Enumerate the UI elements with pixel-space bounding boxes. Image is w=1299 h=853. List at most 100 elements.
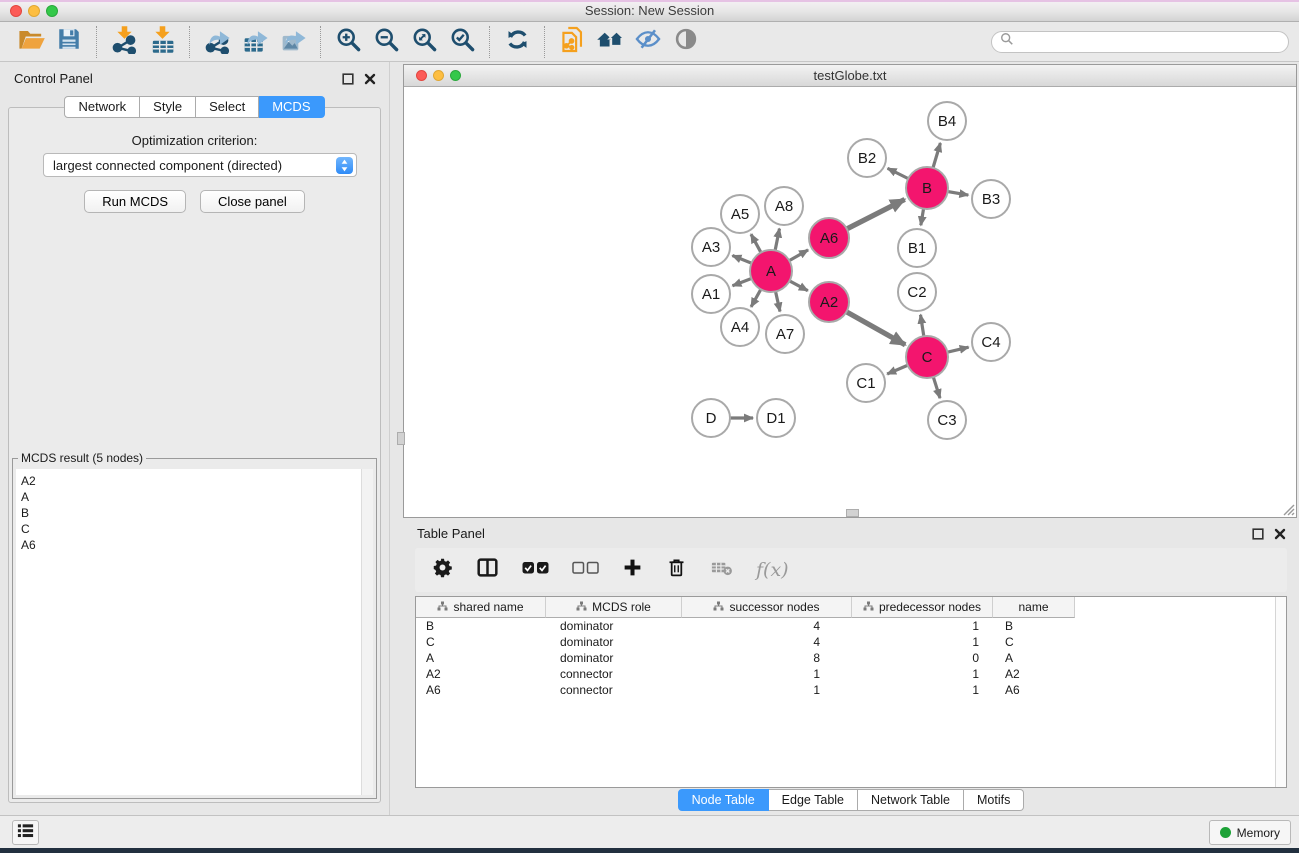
export-network-button[interactable] xyxy=(198,25,236,59)
table-cell[interactable]: A2 xyxy=(993,667,1075,681)
table-cell[interactable]: 1 xyxy=(852,619,993,633)
table-row[interactable]: Adominator80A xyxy=(416,650,1286,666)
trash-button[interactable] xyxy=(666,557,687,583)
graph-node-A[interactable]: A xyxy=(750,250,792,292)
import-network-button[interactable] xyxy=(105,25,143,59)
check-pair-button[interactable] xyxy=(522,561,549,580)
graph-node-C3[interactable]: C3 xyxy=(928,401,966,439)
table-cell[interactable]: A xyxy=(416,651,546,665)
table-close-panel-icon[interactable] xyxy=(1272,526,1287,541)
graph-node-C1[interactable]: C1 xyxy=(847,364,885,402)
table-float-panel-icon[interactable] xyxy=(1250,526,1265,541)
graph-node-C2[interactable]: C2 xyxy=(898,273,936,311)
mcds-result-item[interactable]: A xyxy=(16,489,373,505)
graph-node-D1[interactable]: D1 xyxy=(757,399,795,437)
tab-network-table[interactable]: Network Table xyxy=(858,789,964,811)
table-row[interactable]: A6connector11A6 xyxy=(416,682,1286,698)
table-cell[interactable]: B xyxy=(416,619,546,633)
zoom-selected-button[interactable] xyxy=(443,25,481,59)
tab-style[interactable]: Style xyxy=(140,96,196,118)
criterion-select[interactable]: largest connected component (directed) xyxy=(43,153,357,177)
table-row[interactable]: Cdominator41C xyxy=(416,634,1286,650)
zoom-out-button[interactable] xyxy=(367,25,405,59)
close-panel-icon[interactable] xyxy=(362,71,377,86)
tab-mcds[interactable]: MCDS xyxy=(259,96,324,118)
graph-node-A6[interactable]: A6 xyxy=(809,218,849,258)
table-cell[interactable]: 1 xyxy=(682,667,852,681)
network-close-button[interactable] xyxy=(416,70,427,81)
graph-node-A5[interactable]: A5 xyxy=(721,195,759,233)
graph-node-A4[interactable]: A4 xyxy=(721,308,759,346)
table-cell[interactable]: A2 xyxy=(416,667,546,681)
refresh-button[interactable] xyxy=(498,25,536,59)
column-header-predecessor-nodes[interactable]: predecessor nodes xyxy=(852,597,993,618)
table-cell[interactable]: dominator xyxy=(546,619,682,633)
table-cell[interactable]: dominator xyxy=(546,635,682,649)
network-minimize-button[interactable] xyxy=(433,70,444,81)
table-cell[interactable]: 1 xyxy=(852,635,993,649)
network-canvas[interactable]: B4B2BB3A5A8A6B1A3AA1C2A4A7A2CC4C1C3DD1 xyxy=(404,88,1296,517)
network-zoom-button[interactable] xyxy=(450,70,461,81)
column-header-shared-name[interactable]: shared name xyxy=(416,597,546,618)
table-cell[interactable]: 4 xyxy=(682,619,852,633)
table-cell[interactable]: A xyxy=(993,651,1075,665)
graph-node-D[interactable]: D xyxy=(692,399,730,437)
uncheck-pair-button[interactable] xyxy=(572,561,599,580)
show-graphics-button[interactable] xyxy=(667,25,705,59)
table-cell[interactable]: 8 xyxy=(682,651,852,665)
close-window-button[interactable] xyxy=(10,5,22,17)
graph-node-C4[interactable]: C4 xyxy=(972,323,1010,361)
table-cell[interactable]: C xyxy=(993,635,1075,649)
tab-node-table[interactable]: Node Table xyxy=(678,789,769,811)
export-table-button[interactable] xyxy=(236,25,274,59)
table-cell[interactable]: connector xyxy=(546,683,682,697)
mcds-result-item[interactable]: B xyxy=(16,505,373,521)
table-scrollbar[interactable] xyxy=(1275,597,1286,787)
mcds-result-item[interactable]: A2 xyxy=(16,473,373,489)
mcds-result-item[interactable]: A6 xyxy=(16,537,373,553)
zoom-window-button[interactable] xyxy=(46,5,58,17)
hide-graphics-button[interactable] xyxy=(629,25,667,59)
column-header-name[interactable]: name xyxy=(993,597,1075,618)
graph-node-B4[interactable]: B4 xyxy=(928,102,966,140)
memory-button[interactable]: Memory xyxy=(1209,820,1291,845)
table-cell[interactable]: 1 xyxy=(852,667,993,681)
resize-grip-icon[interactable] xyxy=(1281,502,1295,516)
graph-node-A2[interactable]: A2 xyxy=(809,282,849,322)
column-header-MCDS-role[interactable]: MCDS role xyxy=(546,597,682,618)
open-button[interactable] xyxy=(12,25,50,59)
graph-node-A3[interactable]: A3 xyxy=(692,228,730,266)
tab-motifs[interactable]: Motifs xyxy=(964,789,1024,811)
tab-network[interactable]: Network xyxy=(64,96,140,118)
graph-node-B[interactable]: B xyxy=(906,167,948,209)
table-cell[interactable]: 0 xyxy=(852,651,993,665)
close-panel-button[interactable]: Close panel xyxy=(200,190,305,213)
export-image-button[interactable] xyxy=(274,25,312,59)
graph-node-B2[interactable]: B2 xyxy=(848,139,886,177)
graph-node-B1[interactable]: B1 xyxy=(898,229,936,267)
minimize-window-button[interactable] xyxy=(28,5,40,17)
open-session-button[interactable] xyxy=(553,25,591,59)
graph-node-C[interactable]: C xyxy=(906,336,948,378)
search-input[interactable] xyxy=(1019,33,1280,51)
tab-select[interactable]: Select xyxy=(196,96,259,118)
zoom-in-button[interactable] xyxy=(329,25,367,59)
zoom-fit-button[interactable] xyxy=(405,25,443,59)
mcds-list-scrollbar[interactable] xyxy=(361,469,373,795)
table-cell[interactable]: B xyxy=(993,619,1075,633)
float-panel-icon[interactable] xyxy=(340,71,355,86)
run-mcds-button[interactable]: Run MCDS xyxy=(84,190,186,213)
vertical-splitter-handle[interactable] xyxy=(397,432,405,445)
mcds-result-item[interactable]: C xyxy=(16,521,373,537)
save-button[interactable] xyxy=(50,25,88,59)
task-history-button[interactable] xyxy=(12,820,39,845)
tab-edge-table[interactable]: Edge Table xyxy=(769,789,858,811)
table-cell[interactable]: 1 xyxy=(682,683,852,697)
table-cell[interactable]: connector xyxy=(546,667,682,681)
horizontal-splitter-handle[interactable] xyxy=(846,509,859,517)
graph-node-B3[interactable]: B3 xyxy=(972,180,1010,218)
table-row[interactable]: Bdominator41B xyxy=(416,618,1286,634)
table-cell[interactable]: 1 xyxy=(852,683,993,697)
graph-node-A7[interactable]: A7 xyxy=(766,315,804,353)
table-cell[interactable]: A6 xyxy=(416,683,546,697)
